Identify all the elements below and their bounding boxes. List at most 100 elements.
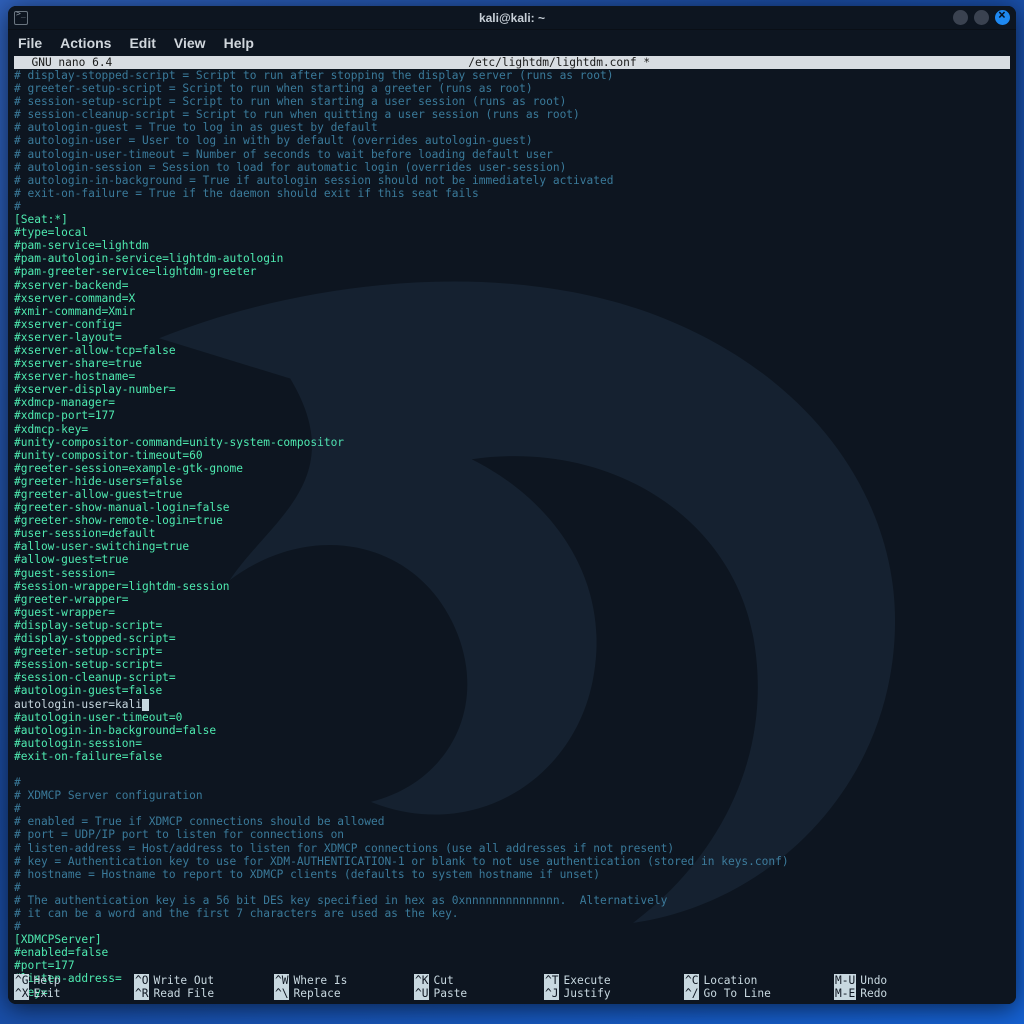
menu-view[interactable]: View [174,35,206,51]
nano-header: GNU nano 6.4 /etc/lightdm/lightdm.conf * [14,56,1010,69]
config-line: # [14,776,21,789]
config-line: #greeter-show-manual-login=false [14,501,230,514]
config-line: #user-session=default [14,527,155,540]
config-line: #unity-compositor-timeout=60 [14,449,203,462]
config-line: #greeter-show-remote-login=true [14,514,223,527]
config-line: # session-setup-script = Script to run w… [14,95,566,108]
close-button[interactable] [995,10,1010,25]
shortcut-label: Redo [860,987,887,1000]
menu-help[interactable]: Help [224,35,254,51]
config-line: # The authentication key is a 56 bit DES… [14,894,667,907]
config-line: #exit-on-failure=false [14,750,162,763]
config-line: #xdmcp-manager= [14,396,115,409]
config-line: #greeter-setup-script= [14,645,162,658]
config-line: #xserver-backend= [14,279,129,292]
terminal-window: kali@kali: ~ File Actions Edit View Help… [8,6,1016,1004]
config-line: #xserver-allow-tcp=false [14,344,176,357]
config-line: #xserver-share=true [14,357,142,370]
config-line: #greeter-wrapper= [14,593,129,606]
config-line: # autologin-in-background = True if auto… [14,174,613,187]
active-config-line: autologin-user=kali [14,698,142,711]
shortcut-label: Execute [563,974,610,987]
config-line: #xdmcp-key= [14,423,88,436]
config-line: # session-cleanup-script = Script to run… [14,108,580,121]
shortcut-replace[interactable]: ^\Replace [274,987,414,1000]
nano-app-label: GNU nano 6.4 [18,56,112,69]
config-line: #autologin-user-timeout=0 [14,711,182,724]
config-line: # exit-on-failure = True if the daemon s… [14,187,479,200]
menubar: File Actions Edit View Help [8,30,1016,56]
shortcut-label: Cut [433,974,453,987]
config-line: #port=177 [14,959,75,972]
shortcut-key: M-E [834,987,856,1000]
config-line: #guest-wrapper= [14,606,115,619]
menu-edit[interactable]: Edit [129,35,155,51]
config-line: # key = Authentication key to use for XD… [14,855,789,868]
menu-file[interactable]: File [18,35,42,51]
shortcut-justify[interactable]: ^J Justify [544,987,684,1000]
config-line: # autologin-guest = True to log in as gu… [14,121,378,134]
shortcut-label: Paste [433,987,467,1000]
shortcut-label: Location [703,974,757,987]
shortcut-paste[interactable]: ^U Paste [414,987,544,1000]
shortcut-key: ^U [414,987,429,1000]
shortcut-read file[interactable]: ^R Read File [134,987,274,1000]
shortcut-key: M-U [834,974,856,987]
shortcut-key: ^J [544,987,559,1000]
config-line: # XDMCP Server configuration [14,789,203,802]
config-line: #allow-guest=true [14,553,129,566]
config-line: #greeter-allow-guest=true [14,488,182,501]
editor-content[interactable]: # display-stopped-script = Script to run… [14,69,1010,999]
shortcut-key: ^\ [274,987,289,1000]
terminal-area[interactable]: GNU nano 6.4 /etc/lightdm/lightdm.conf *… [8,56,1016,1004]
config-line: # [14,200,21,213]
config-line: #greeter-hide-users=false [14,475,182,488]
shortcut-redo[interactable]: M-E Redo [834,987,934,1000]
config-line: #session-wrapper=lightdm-session [14,580,230,593]
maximize-button[interactable] [974,10,989,25]
config-line: #autologin-guest=false [14,684,162,697]
config-line: #allow-user-switching=true [14,540,189,553]
minimize-button[interactable] [953,10,968,25]
window-title: kali@kali: ~ [8,11,1016,25]
shortcut-undo[interactable]: M-UUndo [834,974,934,987]
config-line: #xserver-layout= [14,331,122,344]
shortcut-exit[interactable]: ^XExit [14,987,134,1000]
config-line: # [14,802,21,815]
titlebar[interactable]: kali@kali: ~ [8,6,1016,30]
shortcut-key: ^K [414,974,429,987]
shortcut-key: ^C [684,974,699,987]
config-line: #greeter-session=example-gtk-gnome [14,462,243,475]
shortcut-go to line[interactable]: ^/Go To Line [684,987,834,1000]
shortcut-label: Justify [563,987,610,1000]
shortcut-key: ^O [134,974,149,987]
config-line: #autologin-in-background=false [14,724,216,737]
config-line: # [14,920,21,933]
config-line: #xserver-hostname= [14,370,135,383]
shortcut-key: ^G [14,974,29,987]
config-line: #display-setup-script= [14,619,162,632]
menu-actions[interactable]: Actions [60,35,111,51]
config-line: #xserver-config= [14,318,122,331]
shortcut-write out[interactable]: ^OWrite Out [134,974,274,987]
config-line: #pam-autologin-service=lightdm-autologin [14,252,283,265]
shortcut-label: Where Is [293,974,347,987]
config-line: # it can be a word and the first 7 chara… [14,907,459,920]
shortcut-label: Read File [153,987,214,1000]
config-line: # port = UDP/IP port to listen for conne… [14,828,344,841]
shortcut-location[interactable]: ^C Location [684,974,834,987]
config-line: # display-stopped-script = Script to run… [14,69,613,82]
seat-section-header: [Seat:*] [14,213,68,226]
shortcut-key: ^/ [684,987,699,1000]
config-line: # enabled = True if XDMCP connections sh… [14,815,384,828]
config-line: # [14,881,21,894]
shortcut-help[interactable]: ^GHelp [14,974,134,987]
shortcut-cut[interactable]: ^K Cut [414,974,544,987]
shortcut-execute[interactable]: ^T Execute [544,974,684,987]
shortcut-key: ^W [274,974,289,987]
shortcut-key: ^R [134,987,149,1000]
shortcut-key: ^T [544,974,559,987]
shortcut-key: ^X [14,987,29,1000]
config-line: #session-setup-script= [14,658,162,671]
shortcut-where is[interactable]: ^W Where Is [274,974,414,987]
